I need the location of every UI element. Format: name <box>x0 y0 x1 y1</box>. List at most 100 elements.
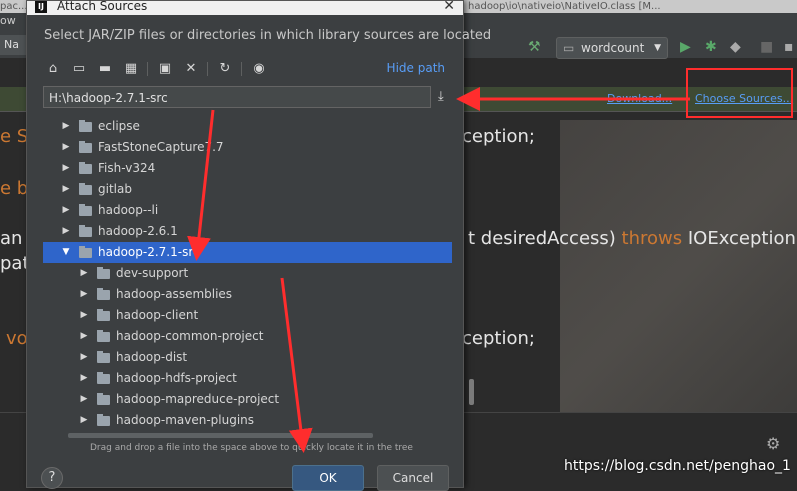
tree-item[interactable]: ▶ hadoop-common-project <box>43 326 452 347</box>
folder-icon <box>79 120 92 132</box>
download-link[interactable]: Download... <box>607 92 672 105</box>
tree-item-label: FastStoneCapture7.7 <box>98 140 224 154</box>
hammer-icon[interactable]: ⚒ <box>528 38 541 56</box>
horizontal-scrollbar[interactable] <box>68 433 373 438</box>
new-folder-icon[interactable]: ▣ <box>157 60 173 78</box>
expand-arrow-icon[interactable]: ▶ <box>79 347 89 368</box>
tree-item[interactable]: ▶ dev-support <box>43 263 452 284</box>
file-tree[interactable]: ▶ eclipse ▶ FastStoneCapture7.7 ▶ Fish-v324 ▶ g… <box>43 114 452 438</box>
tree-item[interactable]: ▶ hadoop-client <box>43 305 452 326</box>
code-line: ception; <box>462 126 535 147</box>
expand-arrow-icon[interactable]: ▶ <box>79 305 89 326</box>
folder-icon <box>79 141 92 153</box>
tree-item[interactable]: ▶ gitlab <box>43 179 452 200</box>
code-line: ception; <box>462 328 535 349</box>
expand-arrow-icon[interactable]: ▶ <box>61 179 71 200</box>
tree-item[interactable]: ▼ hadoop-2.7.1-src <box>43 242 452 263</box>
stop-icon[interactable]: ■ <box>760 38 773 56</box>
folder-icon <box>97 288 110 300</box>
chevron-down-icon: ▼ <box>654 43 661 53</box>
folder-icon <box>79 162 92 174</box>
tree-item[interactable]: ▶ hadoop-2.6.1 <box>43 221 452 242</box>
tree-item[interactable]: ▶ hadoop-maven-plugins <box>43 410 452 431</box>
intellij-icon: IJ <box>35 1 47 13</box>
attach-sources-dialog: IJ Attach Sources ✕ Select JAR/ZIP files… <box>26 0 491 488</box>
tree-item[interactable]: ▶ hadoop-dist <box>43 347 452 368</box>
dialog-title-bar: IJ Attach Sources ✕ <box>27 0 463 15</box>
tree-item[interactable]: ▶ hadoop-hdfs-project <box>43 368 452 389</box>
expand-arrow-icon[interactable]: ▶ <box>61 158 71 179</box>
tree-item-label: hadoop-common-project <box>116 329 264 343</box>
debug-icon[interactable]: ✱ <box>705 38 717 56</box>
tree-item-label: hadoop-mapreduce-project <box>116 392 280 406</box>
run-config-label: wordcount <box>581 41 645 55</box>
tree-item[interactable]: ▶ FastStoneCapture7.7 <box>43 137 452 158</box>
cancel-button[interactable]: Cancel <box>377 465 449 491</box>
hide-path-link[interactable]: Hide path <box>387 61 445 75</box>
editor-tab-label: Na <box>4 38 19 51</box>
home-icon[interactable]: ⌂ <box>45 60 61 78</box>
drag-drop-hint: Drag and drop a file into the space abov… <box>90 443 413 453</box>
expand-arrow-icon[interactable]: ▶ <box>79 263 89 284</box>
run-icon[interactable]: ▶ <box>680 38 691 56</box>
tree-item[interactable]: ▶ hadoop-assemblies <box>43 284 452 305</box>
folder-icon <box>97 309 110 321</box>
tree-item-label: hadoop-2.7.1-src <box>98 245 200 259</box>
app-icon: ▭ <box>563 41 575 55</box>
delete-icon[interactable]: ✕ <box>183 60 199 78</box>
ide-title-right: hadoop\io\nativeio\NativeIO.class [M... <box>468 1 661 12</box>
expand-arrow-icon[interactable]: ▶ <box>61 221 71 242</box>
folder-icon <box>79 225 92 237</box>
tree-item-label: hadoop--li <box>98 203 159 217</box>
path-input[interactable]: H:\hadoop-2.7.1-src <box>43 86 431 108</box>
folder-icon <box>79 246 92 258</box>
expand-arrow-icon[interactable]: ▶ <box>79 410 89 431</box>
toolbar-divider <box>147 62 148 76</box>
run-config-select[interactable]: ▭ wordcount ▼ <box>556 37 668 59</box>
dialog-description: Select JAR/ZIP files or directories in w… <box>44 28 492 43</box>
more-icon[interactable]: ▪ <box>784 38 794 56</box>
tree-item-label: hadoop-2.6.1 <box>98 224 178 238</box>
tree-item-label: hadoop-hdfs-project <box>116 371 237 385</box>
expand-arrow-icon[interactable]: ▶ <box>79 368 89 389</box>
tree-item[interactable]: ▶ eclipse <box>43 116 452 137</box>
show-hidden-icon[interactable]: ◉ <box>251 60 267 78</box>
folder-icon <box>79 204 92 216</box>
expand-arrow-icon[interactable]: ▶ <box>61 137 71 158</box>
refresh-icon[interactable]: ↻ <box>217 60 233 78</box>
download-icon[interactable]: ⤓ <box>438 89 444 104</box>
code-line: e S <box>0 126 29 147</box>
tree-item[interactable]: ▶ Fish-v324 <box>43 158 452 179</box>
folder-icon <box>97 372 110 384</box>
ide-title-left: pac... <box>0 1 28 12</box>
close-icon[interactable]: ✕ <box>443 0 455 14</box>
coverage-icon[interactable]: ◆ <box>730 38 741 56</box>
tree-item[interactable]: ▶ hadoop--li <box>43 200 452 221</box>
expand-arrow-icon[interactable]: ▶ <box>79 284 89 305</box>
code-line: vo <box>6 328 28 349</box>
folder-icon <box>97 351 110 363</box>
vertical-scrollbar[interactable] <box>469 379 474 405</box>
gear-icon[interactable]: ⚙ <box>766 434 780 453</box>
dialog-title: Attach Sources <box>57 0 148 13</box>
toolbar-divider <box>241 62 242 76</box>
expand-arrow-icon[interactable]: ▶ <box>61 200 71 221</box>
collapse-arrow-icon[interactable]: ▼ <box>61 242 71 263</box>
code-line: e b <box>0 178 29 199</box>
annotation-highlight-box <box>686 68 793 118</box>
toolbar-divider <box>207 62 208 76</box>
folder-icon <box>79 183 92 195</box>
expand-arrow-icon[interactable]: ▶ <box>61 116 71 137</box>
module-folder-icon[interactable]: ▦ <box>123 60 139 78</box>
ok-button[interactable]: OK <box>292 465 364 491</box>
tree-item[interactable]: ▶ hadoop-mapreduce-project <box>43 389 452 410</box>
desktop-icon[interactable]: ▭ <box>71 60 87 78</box>
expand-arrow-icon[interactable]: ▶ <box>79 389 89 410</box>
tree-item-label: hadoop-dist <box>116 350 188 364</box>
menu-item-window[interactable]: ow <box>0 14 16 27</box>
watermark-text: https://blog.csdn.net/penghao_1 <box>564 458 791 474</box>
expand-arrow-icon[interactable]: ▶ <box>79 326 89 347</box>
tree-item-label: hadoop-assemblies <box>116 287 233 301</box>
project-folder-icon[interactable]: ▬ <box>97 60 113 78</box>
tree-item-label: gitlab <box>98 182 132 196</box>
